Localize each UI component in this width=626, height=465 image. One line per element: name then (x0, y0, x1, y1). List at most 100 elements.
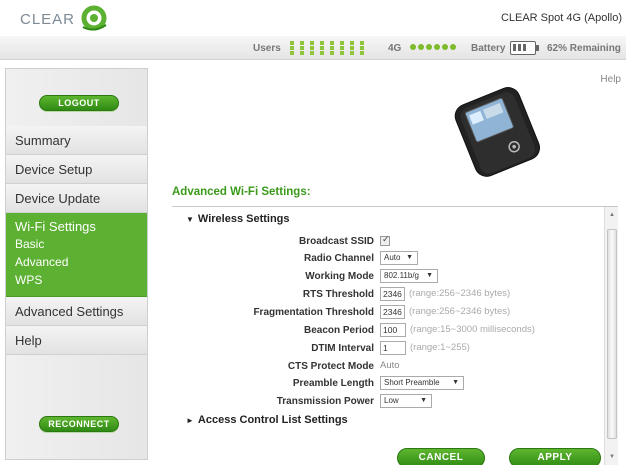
user-slot-square (360, 41, 364, 45)
user-slot-square (360, 46, 364, 50)
user-slot-square (290, 41, 294, 45)
users-indicator (290, 41, 372, 55)
user-slot-square (320, 46, 324, 50)
preamble-length-label: Preamble Length (292, 378, 374, 389)
network-label: 4G (388, 43, 402, 54)
expanded-triangle-icon: ▼ (186, 215, 194, 224)
row-beacon-period: Beacon Period 100 (range:15~3000 millisec… (172, 323, 602, 340)
reconnect-button[interactable]: RECONNECT (39, 416, 119, 432)
settings-panel: ▼Wireless Settings Broadcast SSID Radio … (172, 206, 618, 465)
sidebar-subitem-wps[interactable]: WPS (15, 273, 147, 287)
user-slot-square (310, 41, 314, 45)
row-rts-threshold: RTS Threshold 2346 (range:256~2346 bytes) (172, 287, 602, 304)
signal-dot (442, 44, 448, 50)
battery-label: Battery (471, 43, 506, 54)
signal-dot (410, 44, 416, 50)
working-mode-select[interactable]: 802.11b/g ▼ (380, 269, 438, 283)
sidebar-subitem-advanced[interactable]: Advanced (15, 255, 147, 269)
battery-remaining: 62% Remaining (547, 43, 621, 54)
signal-strength-indicator (410, 44, 460, 52)
preamble-length-select[interactable]: Short Preamble ▼ (380, 376, 464, 390)
user-slot-square (300, 46, 304, 50)
dtim-interval-label: DTIM Interval (311, 343, 374, 354)
working-mode-label: Working Mode (305, 271, 374, 282)
dtim-interval-input[interactable]: 1 (380, 341, 406, 355)
transmission-power-select[interactable]: Low ▼ (380, 394, 432, 408)
section-title: Advanced Wi-Fi Settings: (172, 186, 311, 198)
user-slot-square (310, 51, 314, 55)
row-dtim-interval: DTIM Interval 1 (range:1~255) (172, 341, 602, 358)
clear-logo-icon (81, 5, 107, 31)
sidebar-item-device-update[interactable]: Device Update (6, 184, 147, 213)
row-cts-protect-mode: CTS Protect Mode Auto (172, 359, 602, 376)
hotspot-device-image (454, 87, 541, 177)
user-slot-square (330, 41, 334, 45)
user-slot-square (290, 46, 294, 50)
signal-dot (426, 44, 432, 50)
chevron-down-icon: ▼ (452, 379, 459, 386)
sidebar-item-wifi-settings-label[interactable]: Wi-Fi Settings (15, 219, 147, 234)
scrollbar-thumb[interactable] (607, 229, 617, 439)
sidebar-item-advanced-settings[interactable]: Advanced Settings (6, 297, 147, 326)
user-slot-square (330, 46, 334, 50)
sidebar-item-help[interactable]: Help (6, 326, 147, 355)
chevron-down-icon: ▼ (426, 272, 433, 279)
scroll-up-arrow-icon[interactable]: ▲ (605, 209, 619, 221)
battery-icon (510, 41, 539, 55)
row-working-mode: Working Mode 802.11b/g ▼ (172, 269, 602, 286)
user-slot-square (360, 51, 364, 55)
sidebar-subitem-basic[interactable]: Basic (15, 237, 147, 251)
radio-channel-select[interactable]: Auto ▼ (380, 251, 418, 265)
user-slot-square (290, 51, 294, 55)
wireless-settings-toggle[interactable]: ▼ Wireless Settings (186, 213, 290, 225)
logout-button[interactable]: LOGOUT (39, 95, 119, 111)
access-control-list-toggle[interactable]: ► Access Control List Settings (186, 414, 348, 426)
chevron-down-icon: ▼ (420, 397, 427, 404)
cts-protect-mode-label: CTS Protect Mode (287, 361, 374, 372)
beacon-period-label: Beacon Period (303, 325, 374, 336)
sidebar-nav: Summary Device Setup Device Update Wi-Fi… (6, 126, 147, 355)
sidebar: LOGOUT Summary Device Setup Device Updat… (5, 68, 148, 460)
beacon-period-input[interactable]: 100 (380, 323, 406, 337)
row-broadcast-ssid: Broadcast SSID (172, 234, 602, 251)
user-slot-square (320, 41, 324, 45)
user-slot-square (340, 41, 344, 45)
collapsed-triangle-icon: ► (186, 416, 194, 425)
user-slot-square (350, 46, 354, 50)
signal-dot (450, 44, 456, 50)
row-preamble-length: Preamble Length Short Preamble ▼ (172, 376, 602, 393)
sidebar-item-summary[interactable]: Summary (6, 126, 147, 155)
broadcast-ssid-label: Broadcast SSID (298, 236, 374, 247)
user-slot-square (300, 51, 304, 55)
beacon-period-hint: (range:15~3000 milliseconds) (410, 324, 535, 335)
status-bar: Users 4G Battery 62% Remaining (0, 36, 626, 60)
cts-protect-mode-value: Auto (380, 360, 400, 371)
help-link[interactable]: Help (600, 74, 621, 85)
sidebar-item-device-setup[interactable]: Device Setup (6, 155, 147, 184)
row-transmission-power: Transmission Power Low ▼ (172, 394, 602, 411)
transmission-power-label: Transmission Power (276, 396, 374, 407)
user-slot-square (320, 51, 324, 55)
row-radio-channel: Radio Channel Auto ▼ (172, 251, 602, 268)
cancel-button[interactable]: CANCEL (397, 448, 485, 465)
user-slot-square (350, 51, 354, 55)
broadcast-ssid-checkbox[interactable] (380, 234, 390, 246)
users-label: Users (253, 43, 281, 54)
user-slot-square (310, 46, 314, 50)
signal-dot (434, 44, 440, 50)
device-title: CLEAR Spot 4G (Apollo) (500, 12, 622, 24)
user-slot-square (340, 46, 344, 50)
apply-button[interactable]: APPLY (509, 448, 601, 465)
row-fragmentation-threshold: Fragmentation Threshold 2346 (range:256~2… (172, 305, 602, 322)
rts-threshold-hint: (range:256~2346 bytes) (409, 288, 511, 299)
vertical-scrollbar[interactable]: ▲ ▼ (604, 207, 618, 465)
radio-channel-label: Radio Channel (303, 253, 374, 264)
user-slot-square (340, 51, 344, 55)
fragmentation-threshold-input[interactable]: 2346 (380, 305, 405, 319)
access-control-list-label: Access Control List Settings (197, 414, 348, 426)
fragmentation-threshold-label: Fragmentation Threshold (253, 307, 374, 318)
user-slot-square (300, 41, 304, 45)
sidebar-item-wifi-settings: Wi-Fi Settings Basic Advanced WPS (6, 213, 147, 297)
scroll-down-arrow-icon[interactable]: ▼ (605, 451, 619, 463)
rts-threshold-input[interactable]: 2346 (380, 287, 405, 301)
